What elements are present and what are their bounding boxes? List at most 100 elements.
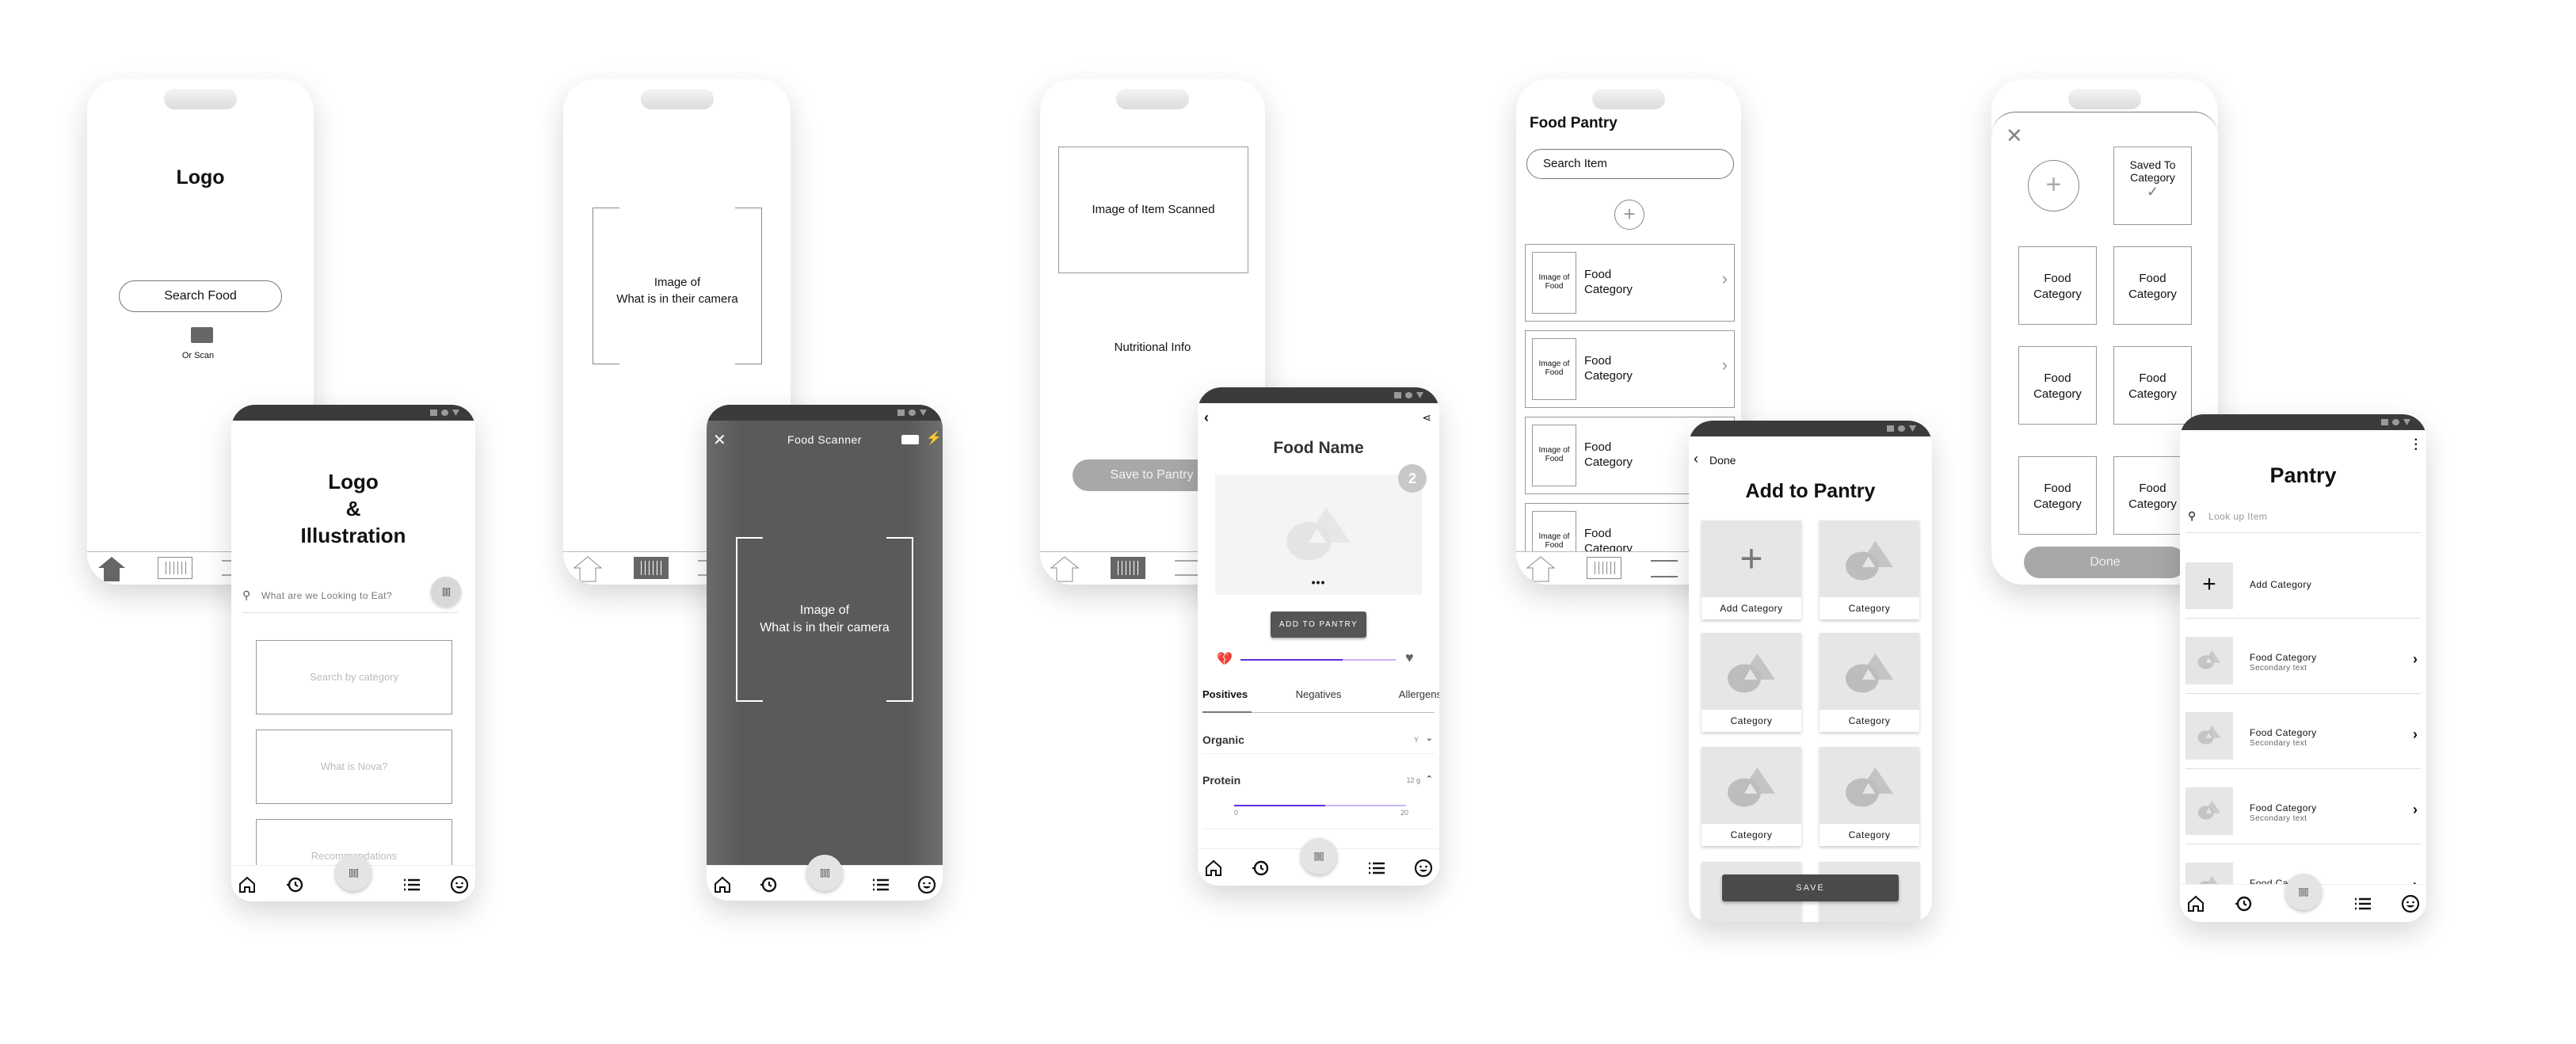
search-input[interactable]: What are we Looking to Eat? <box>261 590 392 601</box>
add-category-label[interactable]: Add Category <box>2250 579 2311 590</box>
close-icon[interactable]: ✕ <box>2006 124 2023 148</box>
page-title: Food Pantry <box>1530 115 1618 131</box>
home-icon[interactable] <box>1526 555 1556 582</box>
barcode-icon[interactable] <box>158 557 192 579</box>
save-button[interactable]: SAVE <box>1722 874 1899 901</box>
lookup-input[interactable]: Look up Item <box>2208 511 2267 522</box>
food-category-card[interactable]: Image of Food Food Category › <box>1525 244 1735 322</box>
chevron-right-icon[interactable]: › <box>1722 355 1728 375</box>
image-placeholder-icon <box>1846 653 1893 693</box>
food-image-placeholder: Image of Food <box>1532 252 1576 314</box>
status-bar <box>707 405 943 421</box>
scan-button[interactable]: [||||] <box>1300 838 1337 874</box>
home-icon[interactable] <box>573 555 603 582</box>
category-tile[interactable]: Category <box>1701 747 1801 846</box>
history-icon[interactable] <box>2234 894 2253 913</box>
barcode-icon[interactable] <box>1111 557 1145 579</box>
list-icon[interactable] <box>402 875 421 894</box>
home-icon[interactable] <box>238 875 257 894</box>
category-tile[interactable]: + Add Category <box>1701 520 1801 619</box>
active-tab-indicator <box>1202 711 1252 713</box>
food-category-card[interactable]: Food Category <box>2018 456 2097 535</box>
like-icon[interactable]: ♥ <box>1405 650 1414 666</box>
history-icon[interactable] <box>759 875 778 894</box>
chevron-right-icon[interactable]: › <box>2413 726 2418 743</box>
search-item-input[interactable]: Search Item <box>1526 149 1734 179</box>
back-icon[interactable]: ‹ <box>1694 451 1698 467</box>
home-icon[interactable] <box>1204 859 1223 878</box>
history-icon[interactable] <box>1251 859 1270 878</box>
organic-label: Organic <box>1202 733 1244 746</box>
home-icon[interactable] <box>97 555 127 582</box>
scan-button[interactable]: [||||] <box>335 855 372 891</box>
barcode-icon[interactable] <box>634 557 669 579</box>
chevron-right-icon[interactable]: › <box>2413 802 2418 818</box>
barcode-icon[interactable] <box>1587 557 1621 579</box>
list-icon[interactable] <box>1367 859 1386 878</box>
category-tile[interactable]: Category <box>1820 520 1919 619</box>
list-icon[interactable] <box>871 875 890 894</box>
category-tile[interactable]: Category <box>1820 633 1919 732</box>
chevron-right-icon[interactable]: › <box>1722 269 1728 289</box>
food-category-card[interactable]: Food Category <box>2113 246 2192 325</box>
add-category-button[interactable]: + <box>2028 160 2079 211</box>
history-icon[interactable] <box>285 875 304 894</box>
food-name-title: Food Name <box>1273 439 1364 457</box>
food-category-title: Food Category <box>2250 802 2317 813</box>
add-to-pantry-button[interactable]: ADD TO PANTRY <box>1271 612 1366 638</box>
more-options-icon[interactable]: · · · <box>2414 434 2418 456</box>
category-tile[interactable]: Category <box>1820 747 1919 846</box>
dislike-icon[interactable]: 💔 <box>1217 651 1233 667</box>
rating-slider[interactable] <box>1240 659 1396 661</box>
profile-smiley-icon[interactable] <box>917 875 936 894</box>
done-link[interactable]: Done <box>1709 454 1736 467</box>
scan-button[interactable]: [||||] <box>2284 874 2322 910</box>
image-placeholder-icon <box>2197 800 2221 820</box>
profile-smiley-icon[interactable] <box>450 875 469 894</box>
keyboard-icon[interactable] <box>901 435 919 444</box>
list-icon[interactable] <box>2353 894 2372 913</box>
profile-smiley-icon[interactable] <box>1414 859 1433 878</box>
home-icon[interactable] <box>2186 894 2205 913</box>
bottom-nav: [||||] <box>1198 838 1439 886</box>
food-category-row[interactable]: Food Category Secondary text › <box>2185 787 2421 835</box>
scan-button[interactable]: [|||] <box>431 577 461 607</box>
search-food-button[interactable]: Search Food <box>119 280 282 312</box>
home-icon[interactable] <box>713 875 732 894</box>
home-icon[interactable] <box>1050 555 1080 582</box>
food-category-card[interactable]: Food Category <box>2113 346 2192 425</box>
add-button[interactable]: + <box>1614 200 1644 230</box>
profile-smiley-icon[interactable] <box>2401 894 2420 913</box>
chevron-down-icon[interactable]: ⌄ <box>1426 733 1433 743</box>
chevron-right-icon[interactable]: › <box>2413 651 2418 668</box>
scanned-image-placeholder: Image of Item Scanned <box>1058 147 1248 273</box>
list-icon[interactable] <box>1175 560 1198 576</box>
food-category-row[interactable]: Food Category Secondary text › <box>2185 712 2421 760</box>
list-icon[interactable] <box>1651 560 1678 577</box>
image-placeholder-icon <box>1728 768 1775 807</box>
chevron-up-icon[interactable]: ⌃ <box>1426 774 1433 784</box>
search-underline <box>242 612 458 613</box>
image-more-dots[interactable]: ••• <box>1198 576 1439 589</box>
food-category-card[interactable]: Food Category <box>2018 246 2097 325</box>
flash-icon[interactable]: ⚡ <box>926 430 942 446</box>
what-is-nova-card[interactable]: What is Nova? <box>256 730 452 804</box>
food-category-row[interactable]: Food Category Secondary text › <box>2185 637 2421 684</box>
logo-title: Logo & Illustration <box>231 468 475 549</box>
food-category-card[interactable]: Food Category <box>2018 346 2097 425</box>
search-by-category-card[interactable]: Search by category <box>256 640 452 714</box>
food-category-card[interactable]: Image of Food Food Category › <box>1525 330 1735 408</box>
nutrition-info-label: Nutritional Info <box>1114 341 1191 354</box>
scan-icon[interactable] <box>191 327 213 343</box>
food-category-title: Food Category <box>2250 727 2317 738</box>
back-icon[interactable]: ‹ <box>1204 410 1209 426</box>
done-button[interactable]: Done <box>2024 547 2186 578</box>
add-category-thumb[interactable]: + <box>2185 562 2233 609</box>
search-underline <box>2185 532 2421 533</box>
scan-button[interactable]: [||||] <box>806 855 843 891</box>
tab-allergens[interactable]: Allergens <box>1399 688 1439 700</box>
food-category-subtitle: Secondary text <box>2250 814 2307 823</box>
food-image-placeholder: Image of Food <box>1532 425 1576 486</box>
category-tile[interactable]: Category <box>1701 633 1801 732</box>
share-icon[interactable]: ⋖ <box>1422 411 1431 425</box>
